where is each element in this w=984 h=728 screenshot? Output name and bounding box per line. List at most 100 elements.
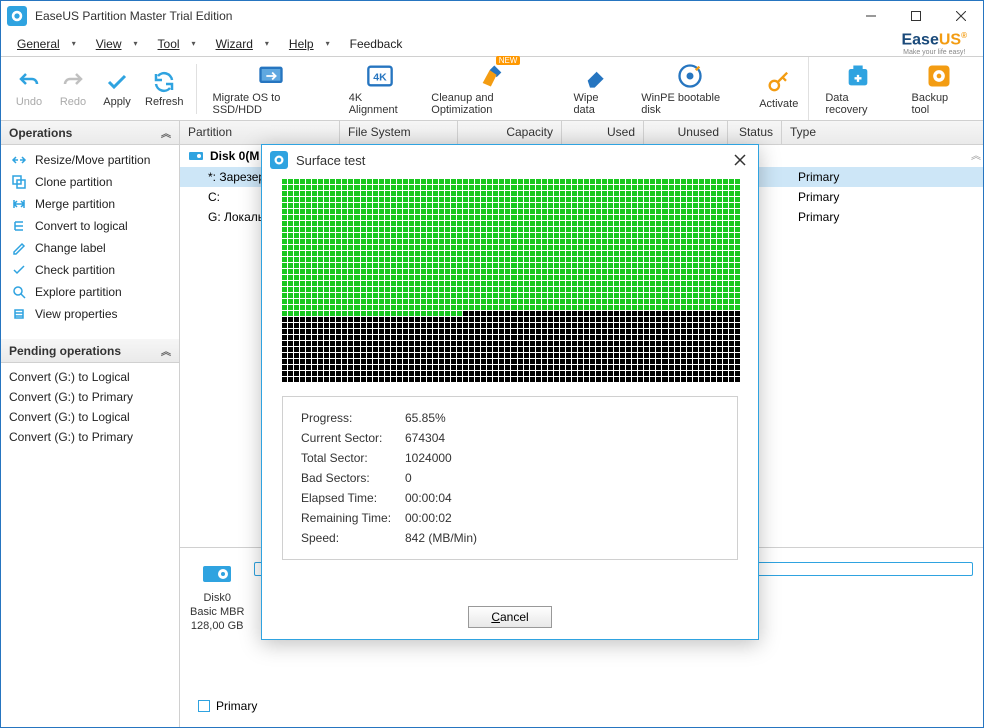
backup-tool-button[interactable]: Backup tool — [901, 60, 977, 118]
menu-feedback[interactable]: Feedback — [344, 35, 409, 53]
speed-value: 842 (MB/Min) — [405, 531, 477, 545]
dialog-body: Progress:65.85% Current Sector:674304 To… — [262, 175, 758, 595]
operation-icon — [11, 218, 27, 234]
surface-test-dialog: Surface test Progress:65.85% Current Sec… — [261, 144, 759, 640]
operation-label: Clone partition — [35, 175, 112, 189]
menubar: General▾ View▾ Tool▾ Wizard▾ Help▾ Feedb… — [1, 31, 983, 57]
col-status[interactable]: Status — [728, 121, 782, 144]
dialog-title: Surface test — [296, 153, 722, 168]
eraser-icon — [583, 62, 611, 90]
chevron-down-icon: ▾ — [326, 39, 330, 48]
operation-item[interactable]: Clone partition — [1, 171, 179, 193]
col-partition[interactable]: Partition — [180, 121, 340, 144]
operation-item[interactable]: Explore partition — [1, 281, 179, 303]
chevron-down-icon: ▾ — [265, 39, 269, 48]
legend-swatch — [198, 700, 210, 712]
sector-grid — [282, 179, 740, 382]
migrate-icon — [257, 62, 285, 90]
apply-button[interactable]: Apply — [95, 60, 139, 118]
operation-icon — [11, 196, 27, 212]
operation-icon — [11, 240, 27, 256]
pending-list: Convert (G:) to LogicalConvert (G:) to P… — [1, 363, 179, 451]
menu-tool[interactable]: Tool — [152, 35, 186, 53]
bad-sectors-value: 0 — [405, 471, 412, 485]
menu-items: General▾ View▾ Tool▾ Wizard▾ Help▾ Feedb… — [11, 35, 408, 53]
operation-label: Explore partition — [35, 285, 122, 299]
current-sector-value: 674304 — [405, 431, 445, 445]
migrate-os-button[interactable]: Migrate OS to SSD/HDD — [203, 60, 339, 118]
key-icon — [765, 68, 793, 96]
total-sector-value: 1024000 — [405, 451, 452, 465]
operation-item[interactable]: View properties — [1, 303, 179, 325]
broom-icon — [478, 62, 506, 90]
pending-item[interactable]: Convert (G:) to Primary — [1, 387, 179, 407]
menu-view[interactable]: View — [90, 35, 128, 53]
refresh-button[interactable]: Refresh — [139, 60, 190, 118]
col-filesystem[interactable]: File System — [340, 121, 458, 144]
close-button[interactable] — [938, 1, 983, 31]
pending-item[interactable]: Convert (G:) to Logical — [1, 367, 179, 387]
operations-list: Resize/Move partition Clone partition Merg… — [1, 145, 179, 329]
wipe-data-button[interactable]: Wipe data — [563, 60, 631, 118]
collapse-icon: ︽ — [161, 125, 171, 140]
cancel-button[interactable]: Cancel — [468, 606, 551, 628]
brand-logo: EaseUS® Make your life easy! — [901, 31, 967, 56]
operation-item[interactable]: Change label — [1, 237, 179, 259]
dialog-titlebar: Surface test — [262, 145, 758, 175]
collapse-icon: ︽ — [161, 343, 171, 358]
app-icon — [270, 151, 288, 169]
redo-button[interactable]: Redo — [51, 60, 95, 118]
progress-label: Progress: — [301, 411, 405, 425]
pending-item[interactable]: Convert (G:) to Logical — [1, 407, 179, 427]
disk-icon — [188, 148, 204, 164]
legend: Primary — [190, 695, 973, 717]
col-capacity[interactable]: Capacity — [458, 121, 562, 144]
app-icon — [7, 6, 27, 26]
elapsed-time-value: 00:00:04 — [405, 491, 452, 505]
cleanup-button[interactable]: NEW Cleanup and Optimization — [421, 60, 563, 118]
winpe-button[interactable]: WinPE bootable disk — [631, 60, 749, 118]
operation-item[interactable]: Convert to logical — [1, 215, 179, 237]
operation-item[interactable]: Resize/Move partition — [1, 149, 179, 171]
disk-scheme: Basic MBR — [190, 606, 244, 618]
4k-alignment-button[interactable]: 4K 4K Alignment — [339, 60, 422, 118]
dialog-close-button[interactable] — [730, 150, 750, 170]
menu-help[interactable]: Help — [283, 35, 320, 53]
undo-button[interactable]: Undo — [7, 60, 51, 118]
operation-item[interactable]: Check partition — [1, 259, 179, 281]
chevron-down-icon: ▾ — [134, 39, 138, 48]
disk-icon — [201, 558, 233, 590]
brand-name: EaseUS® — [901, 31, 967, 49]
maximize-button[interactable] — [893, 1, 938, 31]
disc-icon — [676, 62, 704, 90]
current-sector-label: Current Sector: — [301, 431, 405, 445]
operation-label: Check partition — [35, 263, 115, 277]
menu-wizard[interactable]: Wizard — [210, 35, 259, 53]
operations-header[interactable]: Operations ︽ — [1, 121, 179, 145]
undo-icon — [17, 70, 41, 94]
disk-size: 128,00 GB — [191, 620, 244, 632]
operation-label: Resize/Move partition — [35, 153, 150, 167]
scroll-up-icon[interactable]: ︽ — [971, 147, 981, 162]
pending-header[interactable]: Pending operations ︽ — [1, 339, 179, 363]
pending-item[interactable]: Convert (G:) to Primary — [1, 427, 179, 447]
col-unused[interactable]: Unused — [644, 121, 728, 144]
data-recovery-button[interactable]: Data recovery — [815, 60, 901, 118]
operation-label: View properties — [35, 307, 118, 321]
activate-button[interactable]: Activate — [749, 60, 808, 118]
total-sector-label: Total Sector: — [301, 451, 405, 465]
redo-icon — [61, 70, 85, 94]
partition-table-header: Partition File System Capacity Used Unus… — [180, 121, 983, 145]
col-type[interactable]: Type — [782, 121, 983, 144]
new-badge: NEW — [496, 56, 521, 65]
svg-text:4K: 4K — [373, 71, 387, 83]
minimize-button[interactable] — [848, 1, 893, 31]
menu-general[interactable]: General — [11, 35, 66, 53]
operation-label: Merge partition — [35, 197, 115, 211]
operation-label: Change label — [35, 241, 106, 255]
recovery-icon — [844, 62, 872, 90]
sidebar: Operations ︽ Resize/Move partition Clone … — [1, 121, 180, 727]
col-used[interactable]: Used — [562, 121, 644, 144]
elapsed-time-label: Elapsed Time: — [301, 491, 405, 505]
operation-item[interactable]: Merge partition — [1, 193, 179, 215]
